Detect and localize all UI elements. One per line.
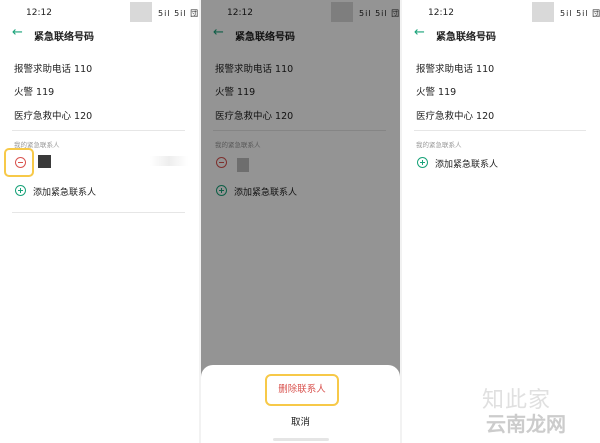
- blurred-contact-number: [150, 156, 188, 166]
- home-indicator: [273, 438, 329, 441]
- page-title: 紧急联络号码: [34, 32, 94, 43]
- back-arrow-icon[interactable]: ←: [414, 26, 425, 40]
- add-contact-icon[interactable]: [15, 185, 26, 196]
- screen-step-1: 12:12 5il 5il 団 ← 紧急联络号码 报警求助电话 110 火警 1…: [0, 0, 199, 443]
- signal-icons: 5il 5il 団: [560, 9, 600, 18]
- remove-contact-icon[interactable]: [15, 157, 26, 168]
- status-time: 12:12: [428, 8, 454, 18]
- watermark-logo: 云南龙网: [486, 412, 566, 436]
- screen-step-2: 12:12 5il 5il 団 ← 紧急联络号码 报警求助电话 110 火警 1…: [201, 0, 400, 443]
- add-contact-icon[interactable]: [417, 157, 428, 168]
- emergency-number-medical[interactable]: 医疗急救中心 120: [416, 108, 494, 122]
- camera-cutout: [130, 2, 152, 22]
- section-label: 我的紧急联系人: [416, 141, 462, 149]
- divider: [414, 130, 586, 131]
- cancel-button[interactable]: 取消: [201, 414, 400, 428]
- camera-cutout: [532, 2, 554, 22]
- emergency-number-fire[interactable]: 火警 119: [14, 84, 54, 98]
- back-arrow-icon[interactable]: ←: [12, 26, 23, 40]
- contact-avatar: [38, 155, 51, 168]
- emergency-number-police[interactable]: 报警求助电话 110: [416, 61, 494, 75]
- divider: [12, 212, 185, 213]
- status-bar: 12:12 5il 5il 団: [0, 0, 199, 22]
- top-bar: ← 紧急联络号码: [402, 24, 600, 44]
- status-time: 12:12: [26, 8, 52, 18]
- page-title: 紧急联络号码: [436, 32, 496, 43]
- emergency-number-police[interactable]: 报警求助电话 110: [14, 61, 92, 75]
- screen-step-3: 12:12 5il 5il 団 ← 紧急联络号码 报警求助电话 110 火警 1…: [402, 0, 600, 443]
- top-bar: ← 紧急联络号码: [0, 24, 199, 44]
- emergency-number-fire[interactable]: 火警 119: [416, 84, 456, 98]
- signal-icons: 5il 5il 団: [158, 9, 199, 18]
- add-contact-button[interactable]: 添加紧急联系人: [33, 185, 96, 198]
- delete-contact-button[interactable]: 删除联系人: [265, 374, 339, 406]
- status-bar: 12:12 5il 5il 団: [402, 0, 600, 22]
- divider: [12, 130, 185, 131]
- add-contact-button[interactable]: 添加紧急联系人: [435, 157, 498, 170]
- emergency-number-medical[interactable]: 医疗急救中心 120: [14, 108, 92, 122]
